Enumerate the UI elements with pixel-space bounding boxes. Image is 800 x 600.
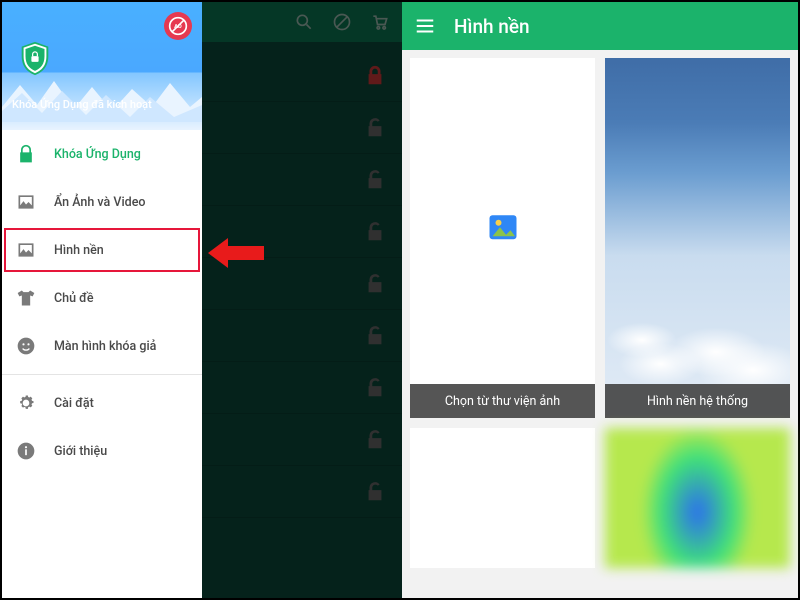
drawer-header-title: Khóa Ứng Dụng đã kích hoạt — [12, 98, 192, 111]
lock-open-icon — [364, 481, 386, 503]
dim-app-list — [202, 42, 402, 518]
wallpaper-card-blank[interactable] — [410, 428, 595, 568]
wallpaper-card-gradient[interactable] — [605, 428, 790, 568]
cart-icon — [370, 12, 390, 32]
drawer-menu: Khóa Ứng Dụng Ẩn Ảnh và Video Hình nền C… — [2, 130, 202, 598]
gallery-icon — [485, 209, 521, 245]
clouds-art — [605, 268, 790, 388]
wallpaper-card-system[interactable]: Hình nền hệ thống — [605, 58, 790, 418]
phone-drawer: AD Khóa Ứng Dụng đã kích hoạt Khóa Ứng D… — [2, 2, 202, 598]
shield-icon — [16, 40, 54, 78]
menu-item-label: Chủ đề — [54, 291, 94, 306]
menu-item-applock[interactable]: Khóa Ứng Dụng — [2, 130, 202, 178]
menu-item-label: Màn hình khóa giả — [54, 339, 156, 354]
shirt-icon — [16, 288, 36, 308]
wallpaper-card-gallery[interactable]: Chọn từ thư viện ảnh — [410, 58, 595, 418]
info-icon — [16, 441, 36, 461]
lock-icon — [16, 144, 36, 164]
wallpaper-grid: Chọn từ thư viện ảnh Hình nền hệ thống — [402, 50, 798, 598]
menu-item-theme[interactable]: Chủ đề — [2, 274, 202, 322]
menu-item-label: Cài đặt — [54, 396, 94, 411]
lock-open-icon — [364, 325, 386, 347]
divider — [2, 374, 202, 375]
no-ads-icon — [332, 12, 352, 32]
wallpaper-appbar: Hình nền — [402, 2, 798, 50]
lock-open-icon — [364, 117, 386, 139]
card-caption: Hình nền hệ thống — [605, 384, 790, 418]
lock-closed-icon — [364, 65, 386, 87]
lock-open-icon — [364, 377, 386, 399]
lock-open-icon — [364, 273, 386, 295]
menu-item-label: Khóa Ứng Dụng — [54, 147, 141, 162]
menu-item-label: Ẩn Ảnh và Video — [54, 195, 145, 210]
dim-appbar — [202, 2, 402, 42]
menu-item-settings[interactable]: Cài đặt — [2, 379, 202, 427]
menu-item-label: Hình nền — [54, 243, 104, 258]
image-icon — [16, 240, 36, 260]
smiley-icon — [16, 336, 36, 356]
lock-open-icon — [364, 429, 386, 451]
phone-dimmed-background — [202, 2, 402, 598]
gear-icon — [16, 393, 36, 413]
drawer-header: AD Khóa Ứng Dụng đã kích hoạt — [2, 2, 202, 130]
menu-item-wallpaper[interactable]: Hình nền — [2, 226, 202, 274]
image-icon — [16, 192, 36, 212]
three-phone-tutorial: AD Khóa Ứng Dụng đã kích hoạt Khóa Ứng D… — [0, 0, 800, 600]
remove-ads-badge[interactable]: AD — [164, 12, 192, 40]
phone-wallpaper-screen: Hình nền Chọn từ thư viện ảnh Hình nền h… — [402, 2, 798, 598]
search-icon — [294, 12, 314, 32]
menu-item-about[interactable]: Giới thiệu — [2, 427, 202, 475]
lock-open-icon — [364, 169, 386, 191]
wallpaper-title: Hình nền — [454, 15, 530, 38]
menu-item-hide-media[interactable]: Ẩn Ảnh và Video — [2, 178, 202, 226]
lock-open-icon — [364, 221, 386, 243]
hamburger-icon[interactable] — [414, 15, 436, 37]
menu-item-label: Giới thiệu — [54, 444, 107, 459]
menu-item-fakelock[interactable]: Màn hình khóa giả — [2, 322, 202, 370]
card-caption: Chọn từ thư viện ảnh — [410, 384, 595, 418]
